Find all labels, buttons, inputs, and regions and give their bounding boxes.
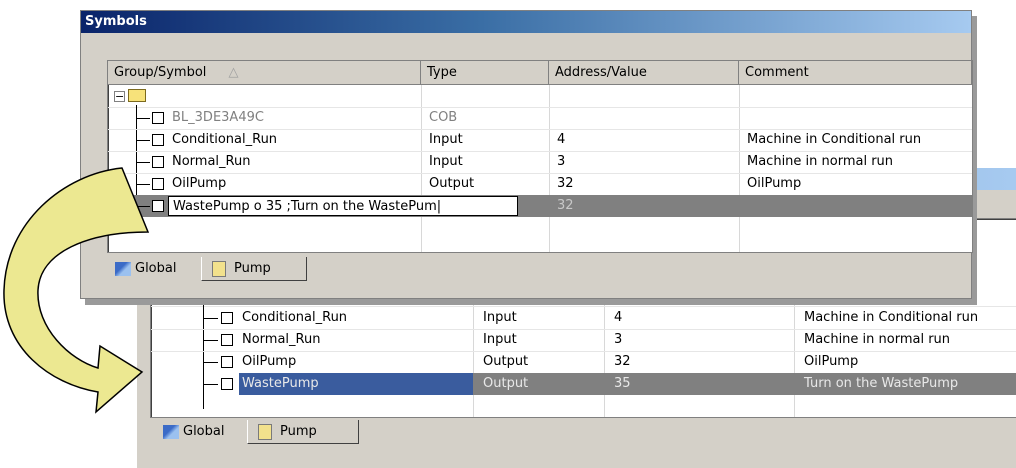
symbol-name[interactable]: WastePump (242, 373, 319, 395)
symbols-list: Group/Symbol △ Type Address/Value Commen… (107, 60, 973, 253)
symbols-window: Symbols Group/Symbol △ Type Address/Valu… (80, 10, 973, 299)
symbol-address: 32 (614, 354, 631, 369)
symbol-type: Output (429, 176, 475, 191)
tab-global-label: Global (183, 424, 225, 439)
symbol-address: 32 (557, 176, 574, 191)
symbol-type: Input (429, 132, 463, 147)
checkbox[interactable] (221, 334, 233, 346)
symbol-comment: OilPump (804, 354, 859, 369)
symbol-comment: Machine in Conditional run (747, 132, 922, 147)
symbol-comment: OilPump (747, 176, 802, 191)
title-bar: Symbols (81, 11, 971, 33)
symbol-name[interactable]: Normal_Run (242, 329, 320, 351)
symbol-comment: Machine in normal run (804, 332, 951, 347)
file-icon (258, 423, 272, 440)
symbol-name[interactable]: OilPump (172, 173, 226, 195)
symbol-address: 4 (614, 310, 623, 325)
symbol-type: COB (429, 110, 458, 125)
symbol-type: Output (483, 376, 529, 391)
tab-pump-label: Pump (234, 261, 271, 276)
symbol-type: Input (483, 332, 517, 347)
checkbox[interactable] (221, 312, 233, 324)
checkbox[interactable] (152, 112, 164, 124)
folder-icon (128, 89, 146, 102)
checkbox[interactable] (221, 378, 233, 390)
symbol-name[interactable]: Conditional_Run (172, 129, 277, 151)
tab-pump[interactable]: Pump (201, 257, 307, 281)
symbol-type: Input (429, 154, 463, 169)
symbol-address: 3 (614, 332, 623, 347)
symbol-name[interactable]: Conditional_Run (242, 307, 347, 329)
tab-pump[interactable]: Pump (247, 420, 359, 444)
symbol-comment: Machine in normal run (747, 154, 894, 169)
symbol-edit-input[interactable]: WastePump o 35 ;Turn on the WastePum| (168, 196, 518, 216)
checkbox[interactable] (221, 356, 233, 368)
symbol-address: 4 (557, 132, 566, 147)
symbol-address: 32 (557, 198, 574, 213)
symbol-address: 35 (614, 376, 631, 391)
column-header-address[interactable]: Address/Value (549, 61, 739, 85)
symbol-name[interactable]: OilPump (242, 351, 296, 373)
column-header-type[interactable]: Type (421, 61, 549, 85)
sort-ascending-icon: △ (228, 65, 239, 80)
checkbox[interactable] (152, 134, 164, 146)
symbol-comment: Machine in Conditional run (804, 310, 979, 325)
symbol-type: Output (483, 354, 529, 369)
symbol-name[interactable]: BL_3DE3A49C (172, 107, 264, 129)
curved-arrow-icon (3, 167, 150, 414)
window-title: Symbols (85, 14, 147, 29)
symbol-address: 3 (557, 154, 566, 169)
symbol-comment: Turn on the WastePump (804, 376, 959, 391)
tab-pump-label: Pump (280, 424, 317, 439)
collapse-icon[interactable]: − (114, 91, 125, 102)
file-icon (212, 260, 226, 277)
symbol-type: Input (483, 310, 517, 325)
symbol-name[interactable]: Normal_Run (172, 151, 250, 173)
column-header-group[interactable]: Group/Symbol △ (108, 61, 421, 85)
column-header-comment[interactable]: Comment (739, 61, 972, 85)
